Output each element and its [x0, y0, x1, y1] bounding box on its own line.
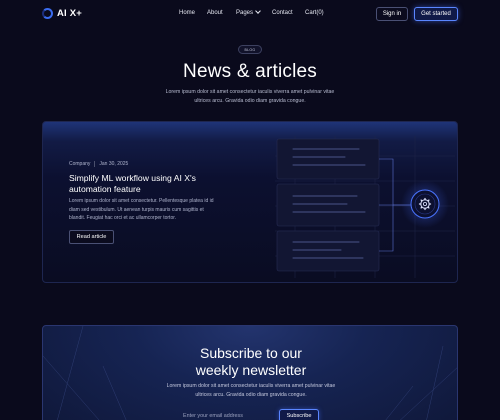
nav-item-about[interactable]: About: [207, 10, 223, 16]
nav-item-home[interactable]: Home: [179, 10, 195, 16]
top-navbar: AI X+ Home About Pages Contact Cart(0) S…: [0, 0, 500, 28]
newsletter-title-line1: Subscribe to our: [200, 345, 302, 361]
brand-logo[interactable]: AI X+: [42, 8, 82, 19]
workflow-illustration: [275, 136, 455, 278]
article-date: Jan 30, 2025: [99, 161, 129, 167]
newsletter-section: Subscribe to our weekly newsletter Lorem…: [42, 325, 458, 420]
brand-name: AI X+: [57, 8, 83, 19]
sign-in-button[interactable]: Sign in: [376, 7, 408, 21]
newsletter-subtitle: Lorem ipsum dolor sit amet consectetur i…: [166, 383, 336, 398]
chevron-down-icon: [255, 8, 261, 14]
subscribe-button[interactable]: Subscribe: [279, 409, 319, 420]
page-subtitle: Lorem ipsum dolor sit amet consectetur i…: [165, 89, 335, 104]
read-article-button[interactable]: Read article: [69, 230, 114, 244]
nav-item-pages-label: Pages: [236, 10, 254, 16]
email-input[interactable]: Enter your email address: [181, 409, 279, 420]
article-category: Company: [69, 161, 91, 167]
article-description: Lorem ipsum dolor sit amet consectetur. …: [69, 198, 214, 221]
get-started-button[interactable]: Get started: [414, 7, 458, 21]
blog-badge: BLOG: [238, 45, 262, 54]
nav-item-cart[interactable]: Cart(0): [305, 10, 324, 16]
newsletter-title-line2: weekly newsletter: [195, 362, 307, 378]
meta-divider: [94, 161, 96, 167]
newsletter-title: Subscribe to our weekly newsletter: [43, 345, 457, 379]
nav-item-contact[interactable]: Contact: [272, 10, 293, 16]
featured-article-card[interactable]: Company Jan 30, 2025 Simplify ML workflo…: [42, 121, 458, 283]
article-title[interactable]: Simplify ML workflow using AI X's automa…: [69, 173, 199, 195]
page-title: News & articles: [183, 61, 317, 82]
article-meta: Company Jan 30, 2025: [69, 161, 128, 167]
ring-logo-icon: [42, 8, 53, 19]
nav-item-pages[interactable]: Pages: [236, 8, 261, 16]
